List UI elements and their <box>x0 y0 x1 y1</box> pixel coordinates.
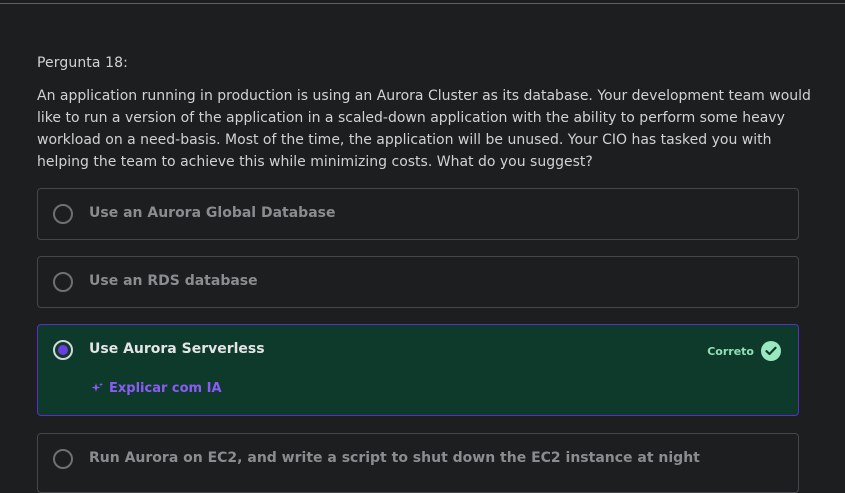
answer-option-3[interactable]: Use Aurora Serverless Correto Explicar c… <box>37 324 799 416</box>
sparkle-icon <box>91 379 103 398</box>
answer-option-1[interactable]: Use an Aurora Global Database <box>37 188 799 240</box>
top-divider <box>0 3 845 4</box>
answer-option-label: Use an Aurora Global Database <box>89 205 336 221</box>
check-circle-icon <box>761 341 781 361</box>
correct-badge: Correto <box>707 341 781 361</box>
question-text: An application running in production is … <box>37 88 811 170</box>
radio-button[interactable] <box>53 272 73 292</box>
radio-button[interactable] <box>53 449 73 469</box>
radio-button-selected[interactable] <box>53 340 73 360</box>
answer-option-4[interactable]: Run Aurora on EC2, and write a script to… <box>37 433 799 493</box>
correct-label: Correto <box>707 344 754 358</box>
explain-with-ai-label: Explicar com IA <box>109 381 222 396</box>
answer-option-2[interactable]: Use an RDS database <box>37 256 799 308</box>
radio-button[interactable] <box>53 204 73 224</box>
explain-with-ai-link[interactable]: Explicar com IA <box>91 379 222 398</box>
answer-option-label: Run Aurora on EC2, and write a script to… <box>89 450 700 466</box>
answer-option-label: Use an RDS database <box>89 273 258 289</box>
radio-dot <box>58 345 68 355</box>
answer-option-label: Use Aurora Serverless <box>89 341 265 357</box>
question-label: Pergunta 18: <box>37 55 128 71</box>
